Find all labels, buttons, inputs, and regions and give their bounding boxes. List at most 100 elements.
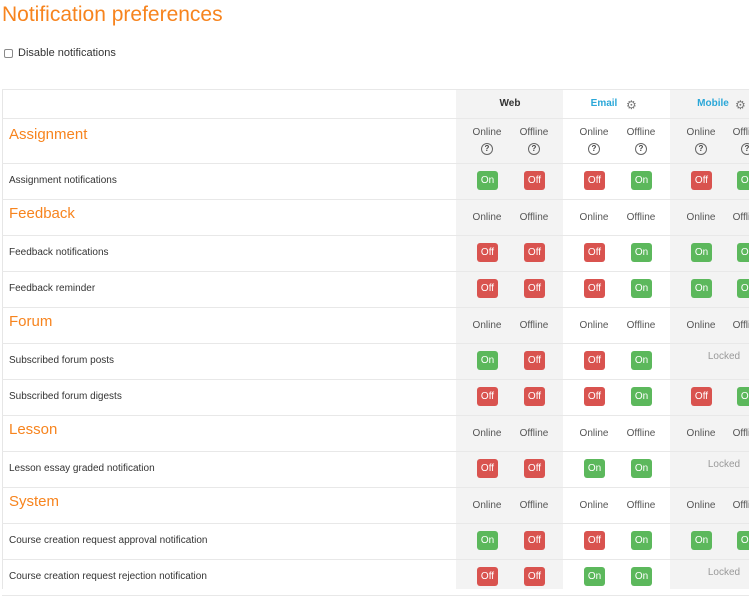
toggle-off-button[interactable]: Off: [477, 459, 498, 478]
row-divider: [2, 235, 749, 236]
disable-notifications-checkbox[interactable]: [4, 48, 13, 58]
processor-header-mobile[interactable]: Mobile: [688, 98, 738, 109]
toggle-off-button[interactable]: Off: [477, 243, 498, 262]
toggle-off-button[interactable]: Off: [584, 279, 605, 298]
preference-label: Course creation request approval notific…: [9, 535, 208, 546]
toggle-on-button[interactable]: On: [631, 531, 652, 550]
row-divider: [2, 523, 749, 524]
toggle-off-button[interactable]: Off: [584, 171, 605, 190]
toggle-off-button[interactable]: Off: [477, 387, 498, 406]
toggle-off-button[interactable]: Off: [477, 279, 498, 298]
toggle-on-button[interactable]: On: [631, 459, 652, 478]
processor-header-email[interactable]: Email: [579, 98, 629, 109]
toggle-on-button[interactable]: On: [477, 351, 498, 370]
toggle-off-button[interactable]: Off: [524, 243, 545, 262]
help-icon[interactable]: ?: [588, 143, 600, 155]
row-divider: [2, 271, 749, 272]
gear-icon[interactable]: ⚙: [735, 99, 746, 111]
gear-icon[interactable]: ⚙: [626, 99, 637, 111]
row-divider: [2, 307, 749, 308]
help-icon[interactable]: ?: [635, 143, 647, 155]
toggle-on-button[interactable]: On: [584, 567, 605, 586]
help-icon[interactable]: ?: [528, 143, 540, 155]
toggle-off-button[interactable]: Off: [691, 171, 712, 190]
toggle-off-button[interactable]: Off: [524, 387, 545, 406]
locked-label: Locked: [707, 351, 741, 362]
column-header-online: Online: [472, 500, 502, 511]
column-header-online: Online: [579, 127, 609, 138]
toggle-off-button[interactable]: Off: [524, 279, 545, 298]
preference-label: Subscribed forum digests: [9, 391, 122, 402]
column-header-offline: Offline: [519, 212, 549, 223]
help-icon[interactable]: ?: [741, 143, 749, 155]
help-icon[interactable]: ?: [695, 143, 707, 155]
toggle-off-button[interactable]: Off: [584, 243, 605, 262]
column-header-offline: Offline: [732, 500, 749, 511]
column-header-online: Online: [686, 212, 716, 223]
column-header-offline: Offline: [732, 212, 749, 223]
column-header-online: Online: [686, 127, 716, 138]
table-top-border: [2, 89, 749, 90]
toggle-on-button[interactable]: On: [631, 351, 652, 370]
disable-notifications-row[interactable]: Disable notifications: [4, 47, 116, 59]
toggle-on-button[interactable]: On: [477, 171, 498, 190]
toggle-on-button[interactable]: On: [737, 279, 749, 298]
toggle-off-button[interactable]: Off: [524, 171, 545, 190]
toggle-off-button[interactable]: Off: [584, 531, 605, 550]
toggle-on-button[interactable]: On: [631, 243, 652, 262]
page-title: Notification preferences: [2, 3, 223, 26]
toggle-on-button[interactable]: On: [631, 279, 652, 298]
column-header-online: Online: [686, 428, 716, 439]
toggle-off-button[interactable]: Off: [477, 567, 498, 586]
toggle-on-button[interactable]: On: [584, 459, 605, 478]
preference-label: Feedback notifications: [9, 247, 109, 258]
column-header-online: Online: [472, 320, 502, 331]
disable-notifications-label: Disable notifications: [18, 47, 116, 59]
toggle-on-button[interactable]: On: [691, 243, 712, 262]
row-divider: [2, 343, 749, 344]
toggle-on-button[interactable]: On: [631, 387, 652, 406]
toggle-on-button[interactable]: On: [737, 243, 749, 262]
column-header-offline: Offline: [519, 500, 549, 511]
toggle-off-button[interactable]: Off: [584, 351, 605, 370]
help-icon[interactable]: ?: [481, 143, 493, 155]
table-left-border: [2, 89, 3, 589]
column-header-online: Online: [686, 320, 716, 331]
toggle-on-button[interactable]: On: [691, 279, 712, 298]
toggle-off-button[interactable]: Off: [524, 567, 545, 586]
column-header-online: Online: [579, 428, 609, 439]
column-header-offline: Offline: [626, 320, 656, 331]
toggle-off-button[interactable]: Off: [524, 531, 545, 550]
row-divider: [2, 487, 749, 488]
column-header-offline: Offline: [626, 428, 656, 439]
row-divider: [2, 379, 749, 380]
column-header-offline: Offline: [732, 320, 749, 331]
column-header-offline: Offline: [519, 320, 549, 331]
toggle-on-button[interactable]: On: [631, 567, 652, 586]
column-header-online: Online: [579, 212, 609, 223]
locked-label: Locked: [707, 459, 741, 470]
toggle-on-button[interactable]: On: [737, 531, 749, 550]
toggle-on-button[interactable]: On: [737, 387, 749, 406]
preference-label: Feedback reminder: [9, 283, 96, 294]
header-divider: [2, 118, 749, 119]
toggle-on-button[interactable]: On: [477, 531, 498, 550]
toggle-off-button[interactable]: Off: [524, 351, 545, 370]
column-header-online: Online: [686, 500, 716, 511]
preference-label: Course creation request rejection notifi…: [9, 571, 207, 582]
toggle-on-button[interactable]: On: [691, 531, 712, 550]
toggle-on-button[interactable]: On: [737, 171, 749, 190]
toggle-off-button[interactable]: Off: [691, 387, 712, 406]
column-header-online: Online: [579, 500, 609, 511]
column-header-offline: Offline: [519, 428, 549, 439]
column-header-offline: Offline: [626, 212, 656, 223]
column-header-online: Online: [472, 127, 502, 138]
toggle-off-button[interactable]: Off: [524, 459, 545, 478]
row-divider: [2, 559, 749, 560]
column-header-online: Online: [579, 320, 609, 331]
row-divider: [2, 199, 749, 200]
preference-label: Subscribed forum posts: [9, 355, 115, 366]
toggle-on-button[interactable]: On: [631, 171, 652, 190]
preference-label: Lesson essay graded notification: [9, 463, 155, 474]
toggle-off-button[interactable]: Off: [584, 387, 605, 406]
